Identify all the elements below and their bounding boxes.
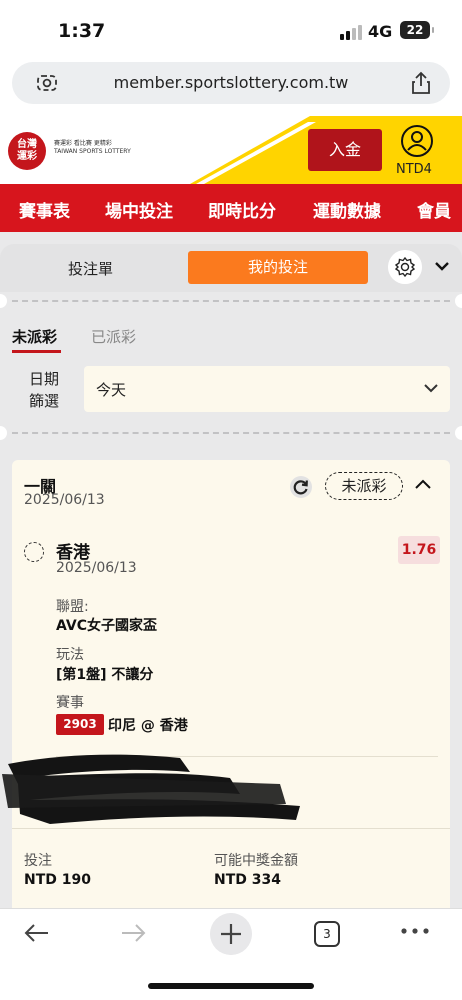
share-icon[interactable] xyxy=(410,71,432,95)
chevron-down-icon xyxy=(424,384,438,393)
logo-text: 台灣 運彩 xyxy=(17,139,37,162)
more-icon[interactable] xyxy=(400,927,430,935)
chevron-up-icon[interactable] xyxy=(414,478,432,490)
perforation-divider xyxy=(0,294,462,308)
tabs-count-button[interactable]: 3 xyxy=(314,921,340,947)
tab-bet-slip[interactable]: 投注單 xyxy=(68,258,113,279)
nav-item-member[interactable]: 會員 xyxy=(417,197,451,222)
forward-arrow-icon[interactable] xyxy=(118,921,148,945)
payout-label: 可能中獎金額 xyxy=(214,853,298,869)
deposit-button[interactable]: 入金 xyxy=(308,129,382,171)
status-time: 1:37 xyxy=(58,20,106,42)
divider xyxy=(12,828,450,829)
battery-icon: 22 xyxy=(400,21,434,39)
back-arrow-icon[interactable] xyxy=(22,921,52,945)
nav-item-live-scores[interactable]: 即時比分 xyxy=(208,197,276,222)
date-filter-value: 今天 xyxy=(96,381,127,399)
stake-label: 投注 xyxy=(24,853,52,869)
url-bar[interactable]: member.sportslottery.com.tw xyxy=(12,62,450,104)
event-teams: 印尼 @ 香港 xyxy=(108,718,188,734)
user-icon[interactable] xyxy=(400,124,434,158)
tab-settled[interactable]: 已派彩 xyxy=(91,326,136,347)
event-code-badge: 2903 xyxy=(56,714,104,735)
redaction-scribble xyxy=(2,754,300,824)
gear-icon[interactable] xyxy=(388,250,422,284)
league-value: AVC女子國家盃 xyxy=(56,618,157,634)
bet-card: 一關 2025/06/13 未派彩 香港 2025/06/13 1.76 聯盟:… xyxy=(2,460,450,908)
site-header: 台灣 運彩 賽運彩 看比賽 更精彩 TAIWAN SPORTS LOTTERY … xyxy=(0,116,462,184)
event-label: 賽事 xyxy=(56,695,84,711)
main-nav: 賽事表 場中投注 即時比分 運動數據 會員 xyxy=(0,184,462,232)
settlement-tabs: 未派彩 已派彩 xyxy=(0,320,462,360)
tab-unsettled[interactable]: 未派彩 xyxy=(12,326,57,347)
chevron-down-icon[interactable] xyxy=(434,260,450,272)
perforation-divider xyxy=(0,426,462,440)
logo-tagline: 賽運彩 看比賽 更精彩 TAIWAN SPORTS LOTTERY xyxy=(54,140,131,155)
market-label: 玩法 xyxy=(56,647,84,663)
selection-status-icon xyxy=(24,542,44,562)
signal-icon xyxy=(340,24,364,40)
status-bar: 1:37 4G 22 xyxy=(0,0,462,60)
nav-item-sports-data[interactable]: 運動數據 xyxy=(313,197,381,222)
bet-date: 2025/06/13 xyxy=(24,492,105,508)
odds-badge: 1.76 xyxy=(398,536,440,564)
nav-item-live-betting[interactable]: 場中投注 xyxy=(105,197,173,222)
browser-toolbar: 3 xyxy=(0,908,462,1000)
selection-date: 2025/06/13 xyxy=(56,560,137,576)
home-indicator xyxy=(148,983,314,989)
new-tab-icon[interactable] xyxy=(210,913,252,955)
nav-item-schedule[interactable]: 賽事表 xyxy=(19,197,70,222)
bet-tabs: 投注單 我的投注 xyxy=(0,244,462,292)
browser-address-area: member.sportslottery.com.tw xyxy=(0,60,462,116)
network-type: 4G xyxy=(368,22,393,41)
stake-value: NTD 190 xyxy=(24,872,91,888)
tab-my-bets[interactable]: 我的投注 xyxy=(188,251,368,284)
date-filter-label: 日期 篩選 xyxy=(28,370,59,410)
bet-status-badge: 未派彩 xyxy=(325,472,403,500)
date-filter-select[interactable]: 今天 xyxy=(84,366,450,412)
payout-value: NTD 334 xyxy=(214,872,281,888)
logo[interactable]: 台灣 運彩 xyxy=(8,132,46,170)
refresh-icon[interactable] xyxy=(290,476,312,498)
balance-label[interactable]: NTD4 xyxy=(396,162,432,177)
league-label: 聯盟: xyxy=(56,599,89,615)
market-value: [第1盤] 不讓分 xyxy=(56,667,154,683)
url-text[interactable]: member.sportslottery.com.tw xyxy=(12,73,450,92)
active-tab-underline xyxy=(12,350,61,353)
